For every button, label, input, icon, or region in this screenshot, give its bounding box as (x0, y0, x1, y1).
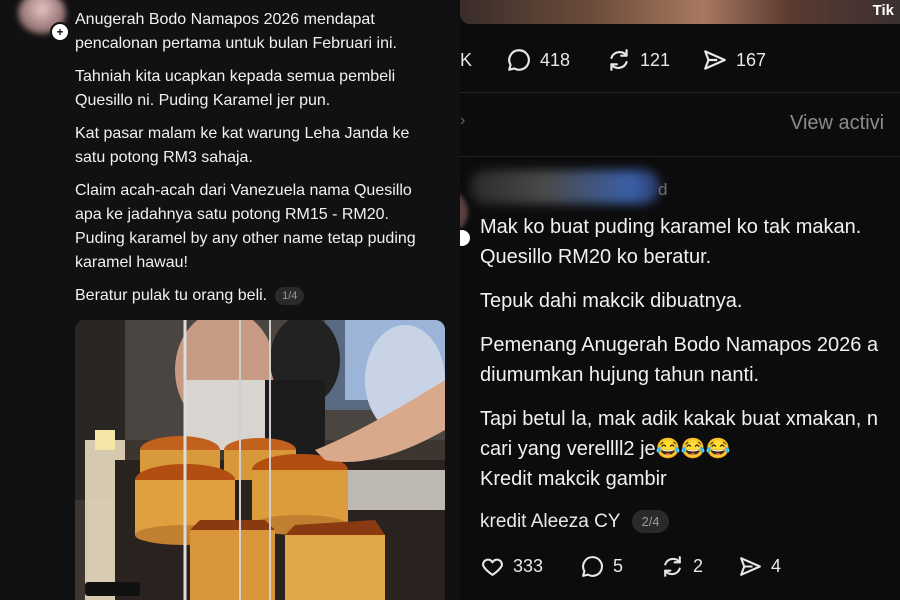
page-indicator: 2/4 (632, 510, 669, 533)
reply-credit-line: kredit Aleeza CY 2/4 (480, 510, 669, 533)
comment-stat[interactable]: 418 (506, 47, 570, 73)
like-count: K (460, 49, 473, 70)
repost-stat[interactable]: 121 (606, 47, 670, 73)
reply-stats-bar: 333 5 2 4 (460, 548, 900, 584)
reply-paragraph: Tepuk dahi makcik dibuatnya. (480, 290, 743, 312)
repost-count: 121 (640, 49, 671, 70)
send-icon (740, 557, 761, 576)
share-count: 167 (736, 49, 767, 70)
like-stat[interactable]: K (460, 50, 472, 71)
credit-text: kredit Aleeza CY (480, 510, 621, 532)
heart-icon (482, 558, 503, 576)
post-body: Anugerah Bodo Namapos 2026 mendapat penc… (75, 8, 445, 317)
caramel-pudding-photo (75, 320, 445, 600)
repost-icon (610, 49, 628, 71)
follow-badge-icon[interactable]: + (50, 22, 70, 42)
post-paragraph: Beratur pulak tu orang beli. (75, 287, 268, 304)
left-post-panel: + Anugerah Bodo Namapos 2026 mendapat pe… (0, 0, 460, 600)
comment-count: 418 (540, 49, 571, 70)
comment-icon (508, 49, 530, 71)
post-paragraph: Anugerah Bodo Namapos 2026 mendapat penc… (75, 11, 397, 52)
follow-badge-icon[interactable] (460, 228, 472, 248)
like-stat[interactable]: 333 (480, 554, 543, 579)
like-count: 333 (513, 556, 544, 576)
repost-stat[interactable]: 2 (660, 554, 703, 579)
repost-icon (664, 556, 681, 577)
post-paragraph: Tahniah kita ucapkan kepada semua pembel… (75, 68, 396, 109)
reply-body: Mak ko buat puding karamel ko tak makan.… (480, 212, 900, 494)
comment-icon (582, 556, 604, 577)
reply-paragraph: Tapi betul la, mak adik kakak buat xmaka… (480, 408, 878, 490)
divider (460, 92, 900, 93)
post-paragraph: Kat pasar malam ke kat warung Leha Janda… (75, 125, 410, 166)
reply-timestamp: d (658, 180, 668, 199)
view-activity-link[interactable]: View activi (790, 112, 884, 135)
post-paragraph: Claim acah-acah dari Vanezuela nama Ques… (75, 182, 416, 271)
share-count: 4 (771, 556, 782, 576)
reply-paragraph: Pemenang Anugerah Bodo Namapos 2026 a di… (480, 334, 879, 386)
post-photo[interactable] (75, 320, 445, 600)
page-indicator: 1/4 (275, 287, 305, 305)
comment-stat[interactable]: 5 (580, 554, 623, 579)
send-icon (704, 50, 726, 70)
comment-count: 5 (613, 556, 624, 576)
post-stats-bar: K 418 121 167 (460, 42, 900, 78)
reply-author-name[interactable] (470, 170, 660, 204)
post-last-line: Beratur pulak tu orang beli. 1/4 (75, 284, 445, 308)
chevron-icon: › (460, 112, 466, 129)
share-stat[interactable]: 4 (738, 554, 781, 579)
divider (460, 156, 900, 157)
right-post-panel: Tik K 418 121 167 › View activi d Mak ko… (460, 0, 900, 600)
tiktok-watermark: Tik (872, 2, 894, 19)
repost-count: 2 (693, 556, 704, 576)
share-stat[interactable]: 167 (702, 47, 766, 73)
reply-paragraph: Mak ko buat puding karamel ko tak makan.… (480, 216, 862, 268)
video-thumbnail[interactable]: Tik (460, 0, 900, 24)
